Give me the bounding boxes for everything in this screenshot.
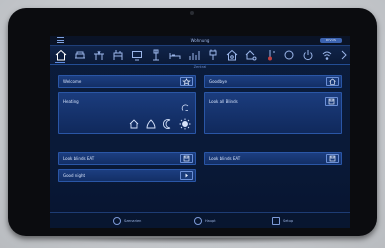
play-icon[interactable] bbox=[180, 171, 193, 180]
nav-label: Szenarien bbox=[124, 219, 142, 223]
power-icon[interactable] bbox=[302, 49, 314, 61]
tile-look-blinds-left[interactable]: Look blinds EAT bbox=[58, 152, 196, 165]
status-bar: Wohnung DIVUS bbox=[50, 36, 350, 46]
bed-icon[interactable] bbox=[169, 49, 181, 61]
save-icon[interactable] bbox=[325, 97, 338, 106]
tile-welcome[interactable]: Welcome bbox=[58, 75, 196, 88]
tile-label: Look blinds EAT bbox=[63, 156, 95, 161]
setup-icon bbox=[272, 217, 280, 225]
heating-mode-icons bbox=[128, 118, 192, 130]
camera-icon bbox=[190, 11, 194, 15]
info-icon bbox=[194, 217, 202, 225]
thermometer-icon[interactable] bbox=[264, 49, 276, 61]
shadow bbox=[40, 238, 345, 244]
tv-icon[interactable] bbox=[131, 49, 143, 61]
nav-label: Haupt bbox=[205, 219, 216, 223]
app-screen: Wohnung DIVUS Zentral Welcome Goodbye He… bbox=[50, 36, 350, 228]
flame-icon[interactable] bbox=[145, 118, 157, 130]
tile-label: Look all Blinds bbox=[209, 99, 238, 104]
tile-label: Heating bbox=[63, 99, 79, 104]
bottom-navigation: Szenarien Haupt Setup bbox=[50, 212, 350, 228]
section-label: Zentral bbox=[193, 65, 207, 69]
star-icon[interactable] bbox=[180, 77, 193, 86]
tile-label: Goodbye bbox=[209, 79, 227, 84]
tile-look-all-blinds[interactable]: Look all Blinds bbox=[204, 92, 342, 134]
wifi-icon[interactable] bbox=[321, 49, 333, 61]
chart-icon[interactable] bbox=[188, 49, 200, 61]
home-icon[interactable] bbox=[55, 49, 67, 61]
tile-look-blinds-right[interactable]: Look blinds EAT bbox=[204, 152, 342, 165]
save-icon[interactable] bbox=[180, 154, 193, 163]
kitchen-icon[interactable] bbox=[112, 49, 124, 61]
house-temp-icon[interactable] bbox=[226, 49, 238, 61]
tile-label: Look blinds EAT bbox=[209, 156, 241, 161]
house-icon[interactable] bbox=[128, 118, 140, 130]
sofa-icon[interactable] bbox=[74, 49, 86, 61]
tile-heating[interactable]: Heating bbox=[58, 92, 196, 134]
house-icon[interactable] bbox=[326, 77, 339, 86]
moon-icon[interactable] bbox=[162, 118, 174, 130]
sun-icon[interactable] bbox=[179, 118, 191, 130]
room-icon-bar bbox=[50, 46, 350, 65]
tile-label: Good night bbox=[63, 173, 86, 178]
lamp-icon[interactable] bbox=[150, 49, 162, 61]
scenes-icon bbox=[113, 217, 121, 225]
page-title: Wohnung bbox=[190, 38, 210, 43]
chevron-right-icon[interactable] bbox=[338, 49, 347, 61]
nav-label: Setup bbox=[283, 219, 294, 223]
circle-icon[interactable] bbox=[283, 49, 295, 61]
active-indicator bbox=[55, 62, 65, 63]
save-icon[interactable] bbox=[326, 154, 339, 163]
menu-icon[interactable] bbox=[57, 37, 64, 43]
tile-label: Welcome bbox=[63, 79, 82, 84]
flame-icon bbox=[181, 97, 190, 111]
tablet-device: Wohnung DIVUS Zentral Welcome Goodbye He… bbox=[8, 8, 377, 236]
house-gear-icon[interactable] bbox=[245, 49, 257, 61]
divus-logo: DIVUS bbox=[320, 38, 342, 43]
tile-goodbye[interactable]: Goodbye bbox=[204, 75, 342, 88]
table-icon[interactable] bbox=[93, 49, 105, 61]
tile-good-night[interactable]: Good night bbox=[58, 169, 196, 182]
plug-icon[interactable] bbox=[207, 49, 219, 61]
